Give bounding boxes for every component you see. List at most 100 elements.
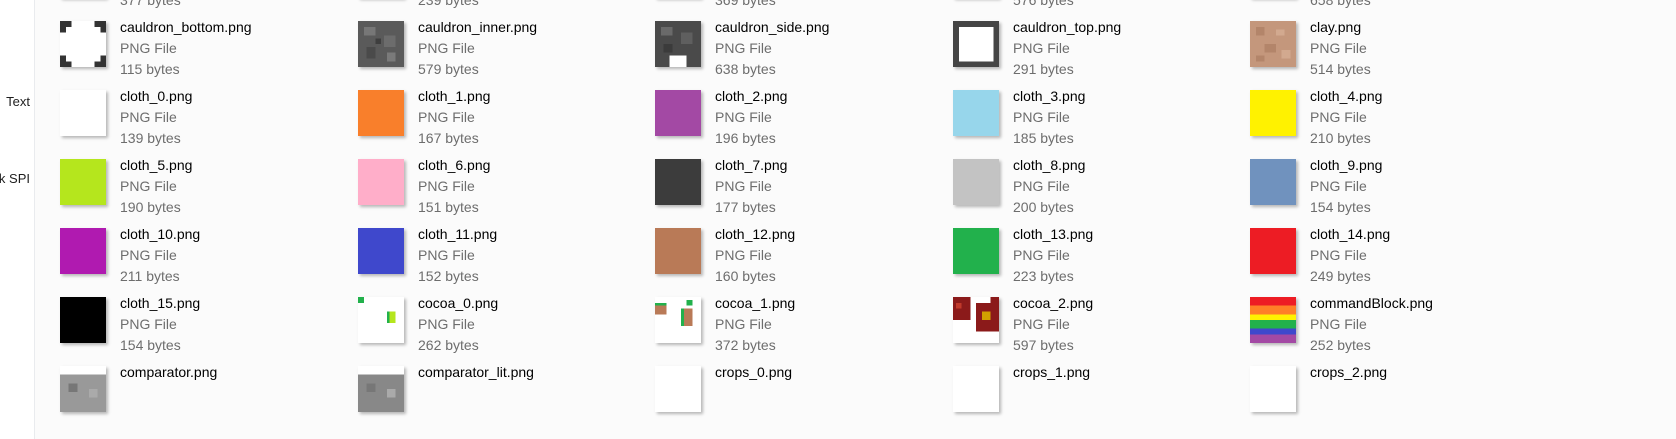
- file-item[interactable]: cocoa_2.png PNG File 597 bytes: [951, 289, 1251, 357]
- file-item[interactable]: cocoa_0.png PNG File 262 bytes: [356, 289, 656, 357]
- file-name: cloth_2.png: [715, 88, 788, 104]
- file-item[interactable]: cloth_10.png PNG File 211 bytes: [58, 220, 358, 288]
- file-name: cloth_15.png: [120, 295, 201, 311]
- file-thumbnail-icon: [1250, 228, 1296, 274]
- file-type: PNG File: [1310, 40, 1367, 56]
- file-item[interactable]: PNG File369 bytes: [653, 0, 953, 12]
- file-size: 154 bytes: [120, 337, 181, 353]
- file-item[interactable]: cauldron_top.png PNG File 291 bytes: [951, 13, 1251, 81]
- file-size: 196 bytes: [715, 130, 776, 146]
- file-item[interactable]: PNG File658 bytes: [1248, 0, 1548, 12]
- file-size: 211 bytes: [120, 268, 180, 284]
- file-size: 154 bytes: [1310, 199, 1371, 215]
- file-size: 185 bytes: [1013, 130, 1074, 146]
- file-item[interactable]: cauldron_bottom.png PNG File 115 bytes: [58, 13, 358, 81]
- file-item[interactable]: cauldron_inner.png PNG File 579 bytes: [356, 13, 656, 81]
- nav-item-spi[interactable]: k SPI: [0, 171, 30, 186]
- file-name: cloth_4.png: [1310, 88, 1383, 104]
- navigation-pane: Text k SPI: [0, 0, 35, 439]
- file-name: cocoa_0.png: [418, 295, 499, 311]
- file-item[interactable]: cloth_15.png PNG File 154 bytes: [58, 289, 358, 357]
- file-size: 167 bytes: [418, 130, 479, 146]
- nav-item-text[interactable]: Text: [6, 94, 30, 109]
- file-size: 210 bytes: [1310, 130, 1371, 146]
- file-name: cloth_13.png: [1013, 226, 1094, 242]
- file-thumbnail-icon: [1250, 366, 1296, 412]
- file-name: cloth_1.png: [418, 88, 491, 104]
- file-type: PNG File: [418, 316, 475, 332]
- file-type: PNG File: [1013, 40, 1070, 56]
- file-name: clay.png: [1310, 19, 1362, 35]
- file-item[interactable]: cloth_12.png PNG File 160 bytes: [653, 220, 953, 288]
- file-item[interactable]: cloth_8.png PNG File 200 bytes: [951, 151, 1251, 219]
- file-thumbnail-icon: [655, 21, 701, 67]
- file-name: cocoa_2.png: [1013, 295, 1094, 311]
- file-type: PNG File: [715, 316, 772, 332]
- file-size: 115 bytes: [120, 61, 180, 77]
- file-size: 369 bytes: [715, 0, 776, 8]
- file-type: PNG File: [120, 40, 177, 56]
- file-item[interactable]: cauldron_side.png PNG File 638 bytes: [653, 13, 953, 81]
- file-item[interactable]: cloth_9.png PNG File 154 bytes: [1248, 151, 1548, 219]
- file-item[interactable]: crops_2.png: [1248, 358, 1548, 426]
- file-thumbnail-icon: [358, 228, 404, 274]
- file-thumbnail-icon: [953, 159, 999, 205]
- file-size: 377 bytes: [120, 0, 181, 8]
- file-item[interactable]: commandBlock.png PNG File 252 bytes: [1248, 289, 1548, 357]
- file-item[interactable]: crops_0.png: [653, 358, 953, 426]
- file-thumbnail-icon: [1250, 297, 1296, 343]
- file-item[interactable]: cloth_0.png PNG File 139 bytes: [58, 82, 358, 150]
- file-item[interactable]: comparator_lit.png: [356, 358, 656, 426]
- file-item[interactable]: cloth_4.png PNG File 210 bytes: [1248, 82, 1548, 150]
- file-type: PNG File: [1013, 247, 1070, 263]
- file-thumbnail-icon: [60, 228, 106, 274]
- file-name: crops_2.png: [1310, 364, 1388, 380]
- file-thumbnail-icon: [60, 366, 106, 412]
- file-item[interactable]: cloth_13.png PNG File 223 bytes: [951, 220, 1251, 288]
- file-name: cauldron_inner.png: [418, 19, 538, 35]
- file-name: cloth_8.png: [1013, 157, 1086, 173]
- file-thumbnail-icon: [953, 366, 999, 412]
- file-item[interactable]: PNG File576 bytes: [951, 0, 1251, 12]
- file-item[interactable]: cloth_14.png PNG File 249 bytes: [1248, 220, 1548, 288]
- file-thumbnail-icon: [60, 159, 106, 205]
- file-size: 597 bytes: [1013, 337, 1074, 353]
- file-item[interactable]: cloth_2.png PNG File 196 bytes: [653, 82, 953, 150]
- file-type: PNG File: [120, 316, 177, 332]
- file-name: cauldron_side.png: [715, 19, 830, 35]
- file-type: PNG File: [1310, 247, 1367, 263]
- file-item[interactable]: cloth_6.png PNG File 151 bytes: [356, 151, 656, 219]
- file-item[interactable]: clay.png PNG File 514 bytes: [1248, 13, 1548, 81]
- file-item[interactable]: cocoa_1.png PNG File 372 bytes: [653, 289, 953, 357]
- file-item[interactable]: PNG File239 bytes: [356, 0, 656, 12]
- file-item[interactable]: comparator.png: [58, 358, 358, 426]
- file-item[interactable]: crops_1.png: [951, 358, 1251, 426]
- file-thumbnail-icon: [1250, 159, 1296, 205]
- file-type: PNG File: [715, 247, 772, 263]
- file-thumbnail-icon: [953, 297, 999, 343]
- file-size: 372 bytes: [715, 337, 776, 353]
- file-name: cloth_3.png: [1013, 88, 1086, 104]
- file-thumbnail-icon: [60, 90, 106, 136]
- file-size: 514 bytes: [1310, 61, 1371, 77]
- file-name: cloth_0.png: [120, 88, 193, 104]
- file-thumbnail-icon: [358, 297, 404, 343]
- file-type: PNG File: [715, 40, 772, 56]
- file-type: PNG File: [418, 178, 475, 194]
- file-name: cloth_9.png: [1310, 157, 1383, 173]
- file-type: PNG File: [120, 247, 177, 263]
- file-thumbnail-icon: [953, 90, 999, 136]
- file-item[interactable]: cloth_1.png PNG File 167 bytes: [356, 82, 656, 150]
- file-name: crops_1.png: [1013, 364, 1091, 380]
- file-size: 658 bytes: [1310, 0, 1371, 8]
- file-type: PNG File: [715, 109, 772, 125]
- file-item[interactable]: cloth_3.png PNG File 185 bytes: [951, 82, 1251, 150]
- file-item[interactable]: cloth_5.png PNG File 190 bytes: [58, 151, 358, 219]
- file-item[interactable]: cloth_11.png PNG File 152 bytes: [356, 220, 656, 288]
- file-name: cloth_11.png: [418, 226, 498, 242]
- file-thumbnail-icon: [953, 228, 999, 274]
- file-item[interactable]: cloth_7.png PNG File 177 bytes: [653, 151, 953, 219]
- file-thumbnail-icon: [358, 366, 404, 412]
- file-name: cloth_6.png: [418, 157, 491, 173]
- file-item[interactable]: PNG File377 bytes: [58, 0, 358, 12]
